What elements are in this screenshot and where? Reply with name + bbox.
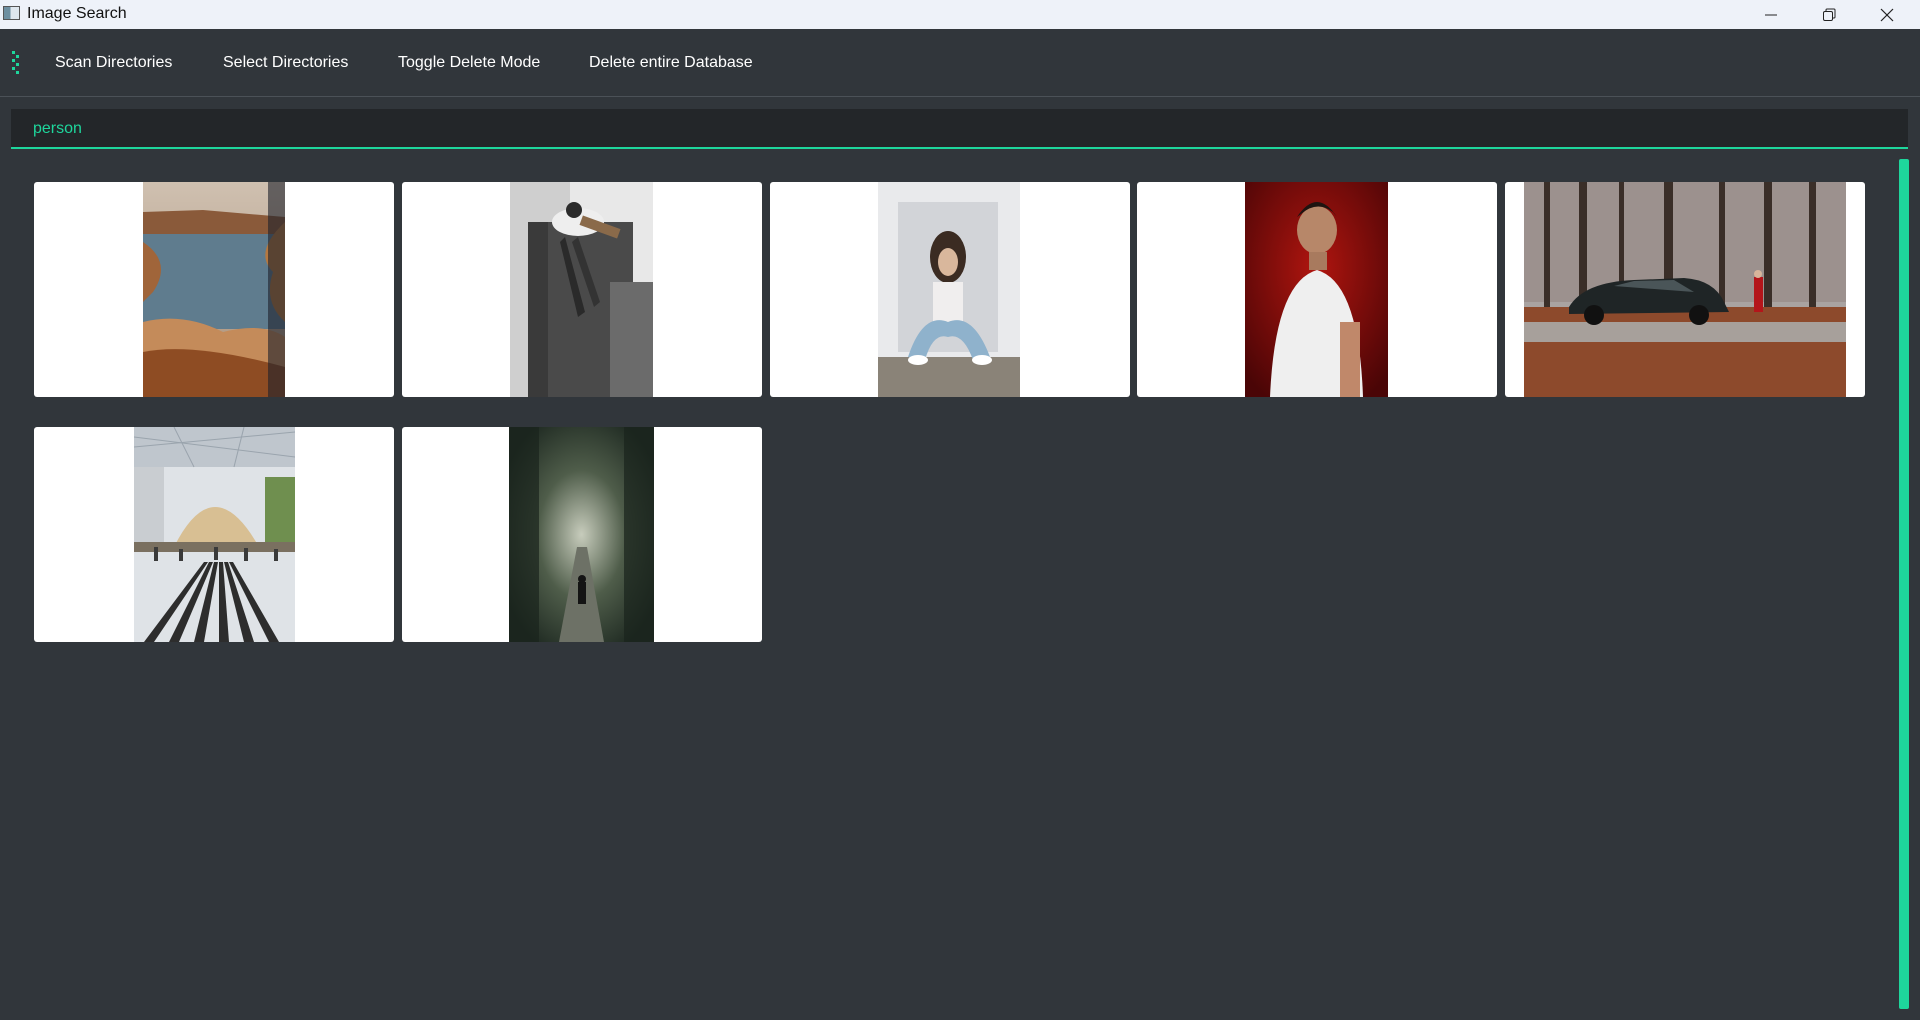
result-thumbnail-red-profile (1245, 182, 1388, 397)
app-icon (3, 6, 20, 20)
result-thumbnail-forest-path (509, 427, 654, 642)
result-thumbnail-woman (878, 182, 1020, 397)
result-card[interactable] (34, 182, 394, 397)
minimize-button[interactable] (1742, 0, 1800, 29)
minimize-icon (1765, 14, 1777, 15)
restore-icon (1823, 8, 1836, 21)
close-icon (1880, 8, 1894, 21)
vertical-scrollbar[interactable] (1899, 159, 1909, 1009)
result-card[interactable] (402, 427, 762, 642)
restore-button[interactable] (1800, 0, 1858, 29)
toolbar-grip-icon[interactable] (12, 51, 20, 75)
result-card[interactable] (1137, 182, 1497, 397)
result-card[interactable] (1505, 182, 1865, 397)
toggle-delete-mode-button[interactable]: Toggle Delete Mode (398, 54, 540, 72)
search-input[interactable] (33, 119, 1833, 139)
result-card[interactable] (402, 182, 762, 397)
select-directories-button[interactable]: Select Directories (223, 54, 348, 72)
result-thumbnail-guitar (510, 182, 653, 397)
close-button[interactable] (1858, 0, 1916, 29)
result-thumbnail-coastline (143, 182, 285, 397)
result-card[interactable] (770, 182, 1130, 397)
result-card[interactable] (34, 427, 394, 642)
scan-directories-button[interactable]: Scan Directories (55, 54, 172, 72)
search-bar (11, 109, 1908, 149)
toolbar: Scan Directories Select Directories Togg… (0, 29, 1920, 97)
delete-database-button[interactable]: Delete entire Database (589, 54, 753, 72)
result-thumbnail-plaza (134, 427, 295, 642)
window-title: Image Search (27, 5, 127, 22)
result-thumbnail-car-forest (1524, 182, 1846, 397)
title-bar: Image Search (0, 0, 1920, 29)
